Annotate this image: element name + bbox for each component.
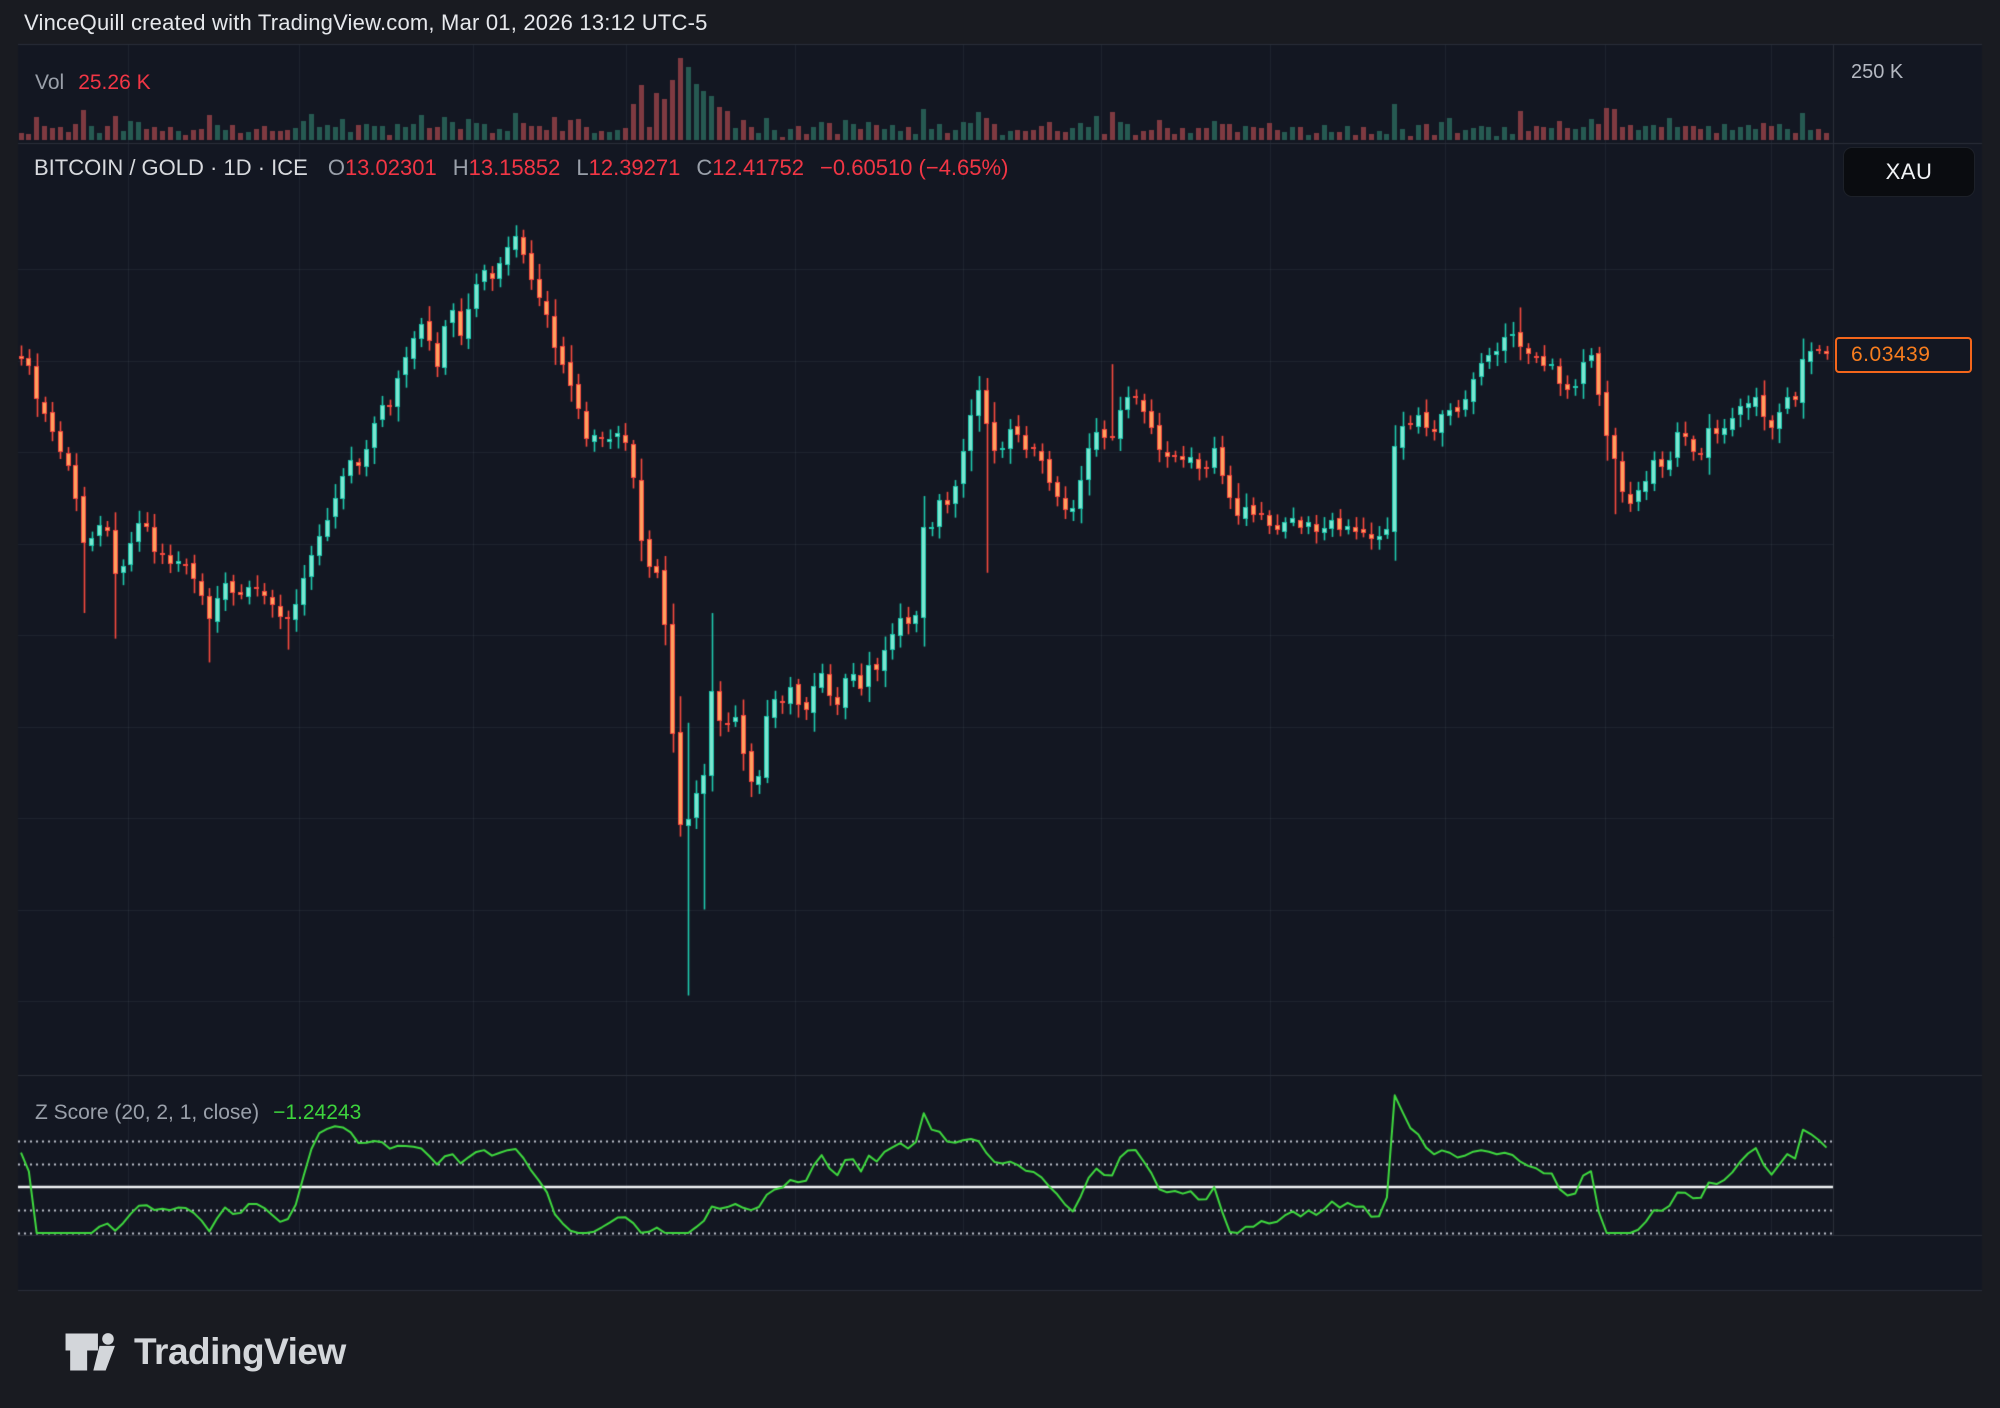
tradingview-watermark[interactable]: TradingView	[64, 1327, 346, 1377]
volume-value: 25.26 K	[78, 71, 150, 95]
ohlc-open: O13.02301	[328, 155, 437, 181]
volume-label: Vol	[35, 71, 64, 95]
zscore-value: −1.24243	[273, 1101, 361, 1125]
page-title: VinceQuill created with TradingView.com,…	[24, 10, 708, 36]
volume-legend: Vol 25.26 K	[35, 71, 151, 95]
tradingview-chart-page: VinceQuill created with TradingView.com,…	[0, 0, 2000, 1408]
ohlc-low: L12.39271	[576, 155, 680, 181]
ohlc-close: C12.41752	[696, 155, 804, 181]
symbol-title: BITCOIN / GOLD · 1D · ICE	[34, 155, 308, 181]
symbol-legend: BITCOIN / GOLD · 1D · ICE O13.02301 H13.…	[34, 155, 1008, 181]
price-chart-canvas[interactable]	[0, 0, 2000, 1408]
change-value: −0.60510 (−4.65%)	[820, 155, 1008, 181]
price-scale[interactable]: 6.500005.500005.000004.500004.000003.500…	[1833, 44, 1982, 1235]
brand-name: TradingView	[134, 1331, 346, 1373]
tradingview-logo-icon	[64, 1327, 118, 1377]
last-price-badge: 6.03439	[1835, 337, 1972, 373]
ohlc-high: H13.15852	[453, 155, 561, 181]
zscore-legend: Z Score (20, 2, 1, close) −1.24243	[35, 1101, 361, 1125]
time-axis[interactable]: Dec2020FebMarAprMayJunJulAugSepOct	[18, 1235, 1982, 1290]
zscore-label: Z Score (20, 2, 1, close)	[35, 1101, 259, 1125]
